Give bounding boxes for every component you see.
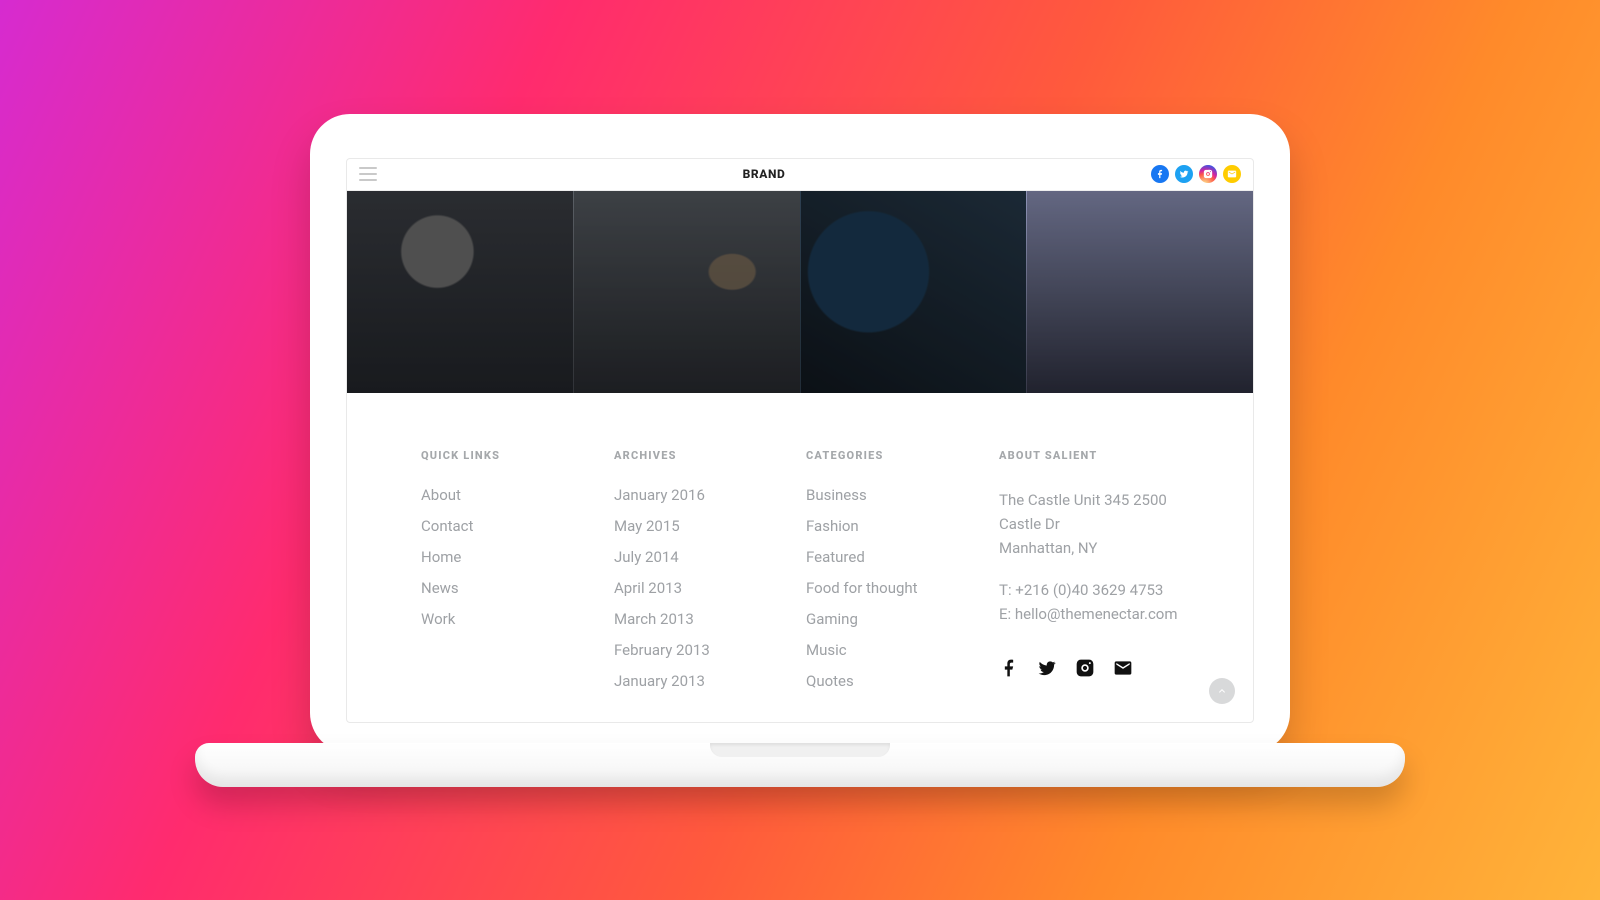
category-item[interactable]: Food for thought	[806, 581, 999, 596]
quick-link-home[interactable]: Home	[421, 550, 614, 565]
instagram-icon[interactable]	[1075, 658, 1095, 678]
archive-item[interactable]: April 2013	[614, 581, 806, 596]
about-address-line1: The Castle Unit 345 2500	[999, 491, 1167, 509]
about-address-line3: Manhattan, NY	[999, 539, 1097, 557]
brand-logo[interactable]: BRAND	[743, 167, 786, 181]
archive-item[interactable]: January 2013	[614, 674, 806, 689]
quick-link-news[interactable]: News	[421, 581, 614, 596]
laptop-mockup: BRAND	[310, 114, 1290, 787]
category-item[interactable]: Music	[806, 643, 999, 658]
hero-tile-photo-4[interactable]	[1026, 191, 1253, 393]
laptop-base	[195, 743, 1405, 787]
back-to-top-button[interactable]	[1209, 678, 1235, 704]
about-address-line2: Castle Dr	[999, 515, 1060, 533]
archives-list: January 2016 May 2015 July 2014 April 20…	[614, 488, 806, 705]
instagram-icon[interactable]	[1199, 165, 1217, 183]
facebook-icon[interactable]	[1151, 165, 1169, 183]
archive-item[interactable]: July 2014	[614, 550, 806, 565]
site-topbar: BRAND	[347, 159, 1253, 191]
laptop-notch	[710, 743, 890, 757]
quick-links-heading: QUICK LINKS	[421, 449, 614, 462]
categories-list: Business Fashion Featured Food for thoug…	[806, 488, 999, 705]
archives-column: ARCHIVES January 2016 May 2015 July 2014…	[614, 449, 806, 692]
about-phone: T: +216 (0)40 3629 4753	[999, 581, 1163, 599]
twitter-icon[interactable]	[1037, 658, 1057, 678]
archive-item[interactable]: January 2016	[614, 488, 806, 503]
facebook-icon[interactable]	[999, 658, 1019, 678]
topbar-social	[1151, 165, 1241, 183]
quick-links-list: About Contact Home News Work	[421, 488, 614, 643]
about-heading: ABOUT SALIENT	[999, 449, 1179, 462]
category-item[interactable]: Quotes	[806, 674, 999, 689]
chevron-up-icon	[1216, 685, 1228, 697]
quick-link-work[interactable]: Work	[421, 612, 614, 627]
laptop-shell: BRAND	[310, 114, 1290, 753]
hero-image-strip	[347, 191, 1253, 393]
hero-tile-photo-2[interactable]	[573, 191, 800, 393]
site-footer: QUICK LINKS About Contact Home News Work…	[347, 393, 1253, 722]
categories-heading: CATEGORIES	[806, 449, 999, 462]
email-icon[interactable]	[1113, 658, 1133, 678]
footer-social	[999, 658, 1179, 678]
category-item[interactable]: Business	[806, 488, 999, 503]
about-column: ABOUT SALIENT The Castle Unit 345 2500 C…	[999, 449, 1179, 692]
gradient-stage: BRAND	[0, 0, 1600, 900]
about-email[interactable]: E: hello@themenectar.com	[999, 605, 1178, 623]
archive-item[interactable]: February 2013	[614, 643, 806, 658]
email-icon[interactable]	[1223, 165, 1241, 183]
archive-item[interactable]: May 2015	[614, 519, 806, 534]
quick-link-contact[interactable]: Contact	[421, 519, 614, 534]
category-item[interactable]: Gaming	[806, 612, 999, 627]
quick-links-column: QUICK LINKS About Contact Home News Work	[421, 449, 614, 692]
menu-icon[interactable]	[359, 167, 377, 181]
categories-column: CATEGORIES Business Fashion Featured Foo…	[806, 449, 999, 692]
archive-item[interactable]: March 2013	[614, 612, 806, 627]
category-item[interactable]: Fashion	[806, 519, 999, 534]
hero-tile-photo-1[interactable]	[347, 191, 573, 393]
archives-heading: ARCHIVES	[614, 449, 806, 462]
quick-link-about[interactable]: About	[421, 488, 614, 503]
twitter-icon[interactable]	[1175, 165, 1193, 183]
about-text: The Castle Unit 345 2500 Castle Dr Manha…	[999, 488, 1179, 644]
browser-screen: BRAND	[346, 158, 1254, 723]
category-item[interactable]: Featured	[806, 550, 999, 565]
hero-tile-photo-3[interactable]	[800, 191, 1027, 393]
